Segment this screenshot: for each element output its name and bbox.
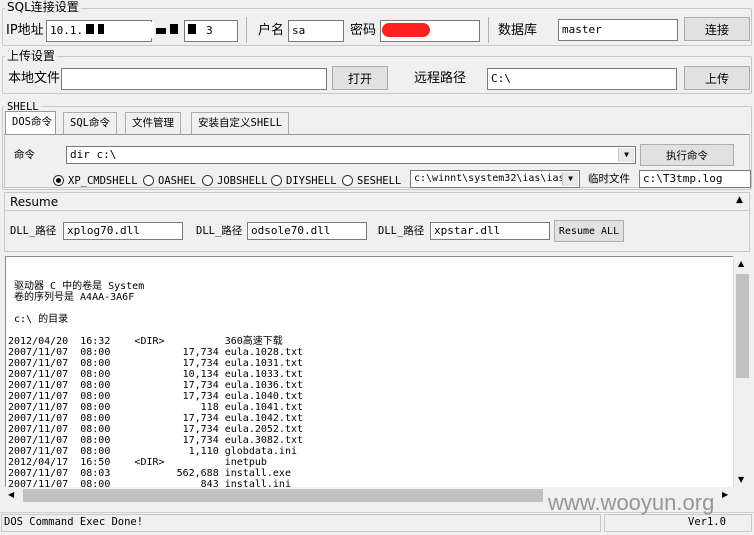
output-line: 2007/11/07 08:00 10,134 eula.1033.txt	[8, 369, 304, 380]
output-line: 卷的序列号是 A4AA-3A6F	[8, 292, 135, 303]
dll-value-3: xpstar.dll	[434, 224, 501, 237]
chevron-down-icon[interactable]: ▼	[562, 172, 578, 186]
scroll-down-icon[interactable]: ▼	[738, 475, 744, 484]
scroll-right-icon[interactable]: ▶	[722, 490, 728, 499]
dll-path-label-2: DLL_路径	[196, 225, 243, 237]
command-value: dir c:\	[70, 148, 117, 161]
dll-path-label-1: DLL_路径	[10, 225, 57, 237]
scroll-up-icon[interactable]: ▲	[738, 259, 744, 268]
output-line: 2007/11/07 08:00 17,734 eula.2052.txt	[8, 424, 304, 435]
user-value: sa	[292, 24, 306, 37]
ip-redaction-4	[170, 24, 178, 34]
output-line: 2007/11/07 08:00 1,110 globdata.ini	[8, 446, 297, 457]
ip-redaction-1	[86, 24, 94, 34]
collapse-arrow-icon[interactable]: ▲	[736, 195, 743, 205]
ip-redaction-5	[188, 24, 196, 34]
execute-command-button[interactable]: 执行命令	[640, 144, 734, 166]
ip-redaction-white	[106, 22, 154, 38]
tab-install-shell[interactable]: 安装自定义SHELL	[191, 112, 290, 134]
scroll-thumb-vertical[interactable]	[736, 274, 749, 378]
radio-seshell-label: SESHELL	[357, 175, 402, 187]
output-line: 2007/11/07 08:00 17,734 eula.1031.txt	[8, 358, 304, 369]
dll-path-label-3: DLL_路径	[378, 225, 425, 237]
output-scrollbar-vertical[interactable]: ▲ ▼	[733, 256, 750, 487]
temp-file-label: 临时文件	[588, 173, 630, 185]
radio-diyshell[interactable]	[271, 175, 282, 186]
remote-path-label: 远程路径	[414, 71, 467, 86]
scroll-corner	[733, 487, 750, 504]
command-output[interactable]: 驱动器 C 中的卷是 System 卷的序列号是 A4AA-3A6F c:\ 的…	[5, 256, 735, 487]
tab-sql-command[interactable]: SQL命令	[63, 112, 117, 134]
radio-seshell[interactable]	[342, 175, 353, 186]
open-button[interactable]: 打开	[332, 66, 388, 90]
ip-value: 10.1.	[50, 24, 84, 37]
output-line: c:\ 的目录	[8, 314, 69, 325]
radio-oashel[interactable]	[143, 175, 154, 186]
ip-redaction-3	[156, 28, 166, 34]
output-line: 2007/11/07 08:00 17,734 eula.3082.txt	[8, 435, 304, 446]
separator-1	[246, 17, 247, 43]
tab-file-manager[interactable]: 文件管理	[125, 112, 181, 134]
output-line: 2007/11/07 08:00 843 install.ini	[8, 479, 291, 487]
chevron-down-icon[interactable]: ▼	[618, 148, 634, 162]
output-line: 驱动器 C 中的卷是 System	[8, 281, 145, 292]
watermark: www.wooyun.org	[548, 490, 715, 515]
resume-header[interactable]	[5, 193, 749, 211]
dll-value-2: odsole70.dll	[251, 224, 331, 237]
db-input[interactable]: master	[558, 19, 678, 41]
dll-input-3[interactable]: xpstar.dll	[430, 222, 550, 240]
ip-redaction-2	[98, 24, 104, 34]
scroll-thumb-horizontal[interactable]	[23, 489, 543, 502]
local-file-label: 本地文件	[8, 71, 61, 86]
status-version: Ver1.0	[688, 516, 726, 528]
radio-xp-cmdshell[interactable]	[53, 175, 64, 186]
resume-title: Resume	[10, 195, 59, 209]
password-redaction	[382, 23, 430, 37]
output-line: 2007/11/07 08:00 118 eula.1041.txt	[8, 402, 304, 413]
shell-path-combo[interactable]: c:\winnt\system32\ias\ias ▼	[410, 170, 580, 188]
command-label: 命令	[14, 149, 35, 161]
upload-button[interactable]: 上传	[684, 66, 750, 90]
dll-value-1: xplog70.dll	[67, 224, 140, 237]
command-combo[interactable]: dir c:\ ▼	[66, 146, 636, 164]
remote-path-input[interactable]: C:\	[487, 68, 677, 90]
resume-all-button[interactable]: Resume ALL	[554, 220, 624, 242]
ip-label: IP地址	[6, 23, 44, 38]
radio-jobshell-label: JOBSHELL	[217, 175, 268, 187]
radio-diyshell-label: DIYSHELL	[286, 175, 337, 187]
temp-file-value: c:\T3tmp.log	[643, 172, 723, 185]
connect-button[interactable]: 连接	[684, 17, 750, 41]
scroll-left-icon[interactable]: ◀	[8, 490, 14, 499]
shell-path-value: c:\winnt\system32\ias\ias	[414, 173, 565, 184]
separator-2	[488, 17, 489, 43]
status-message: DOS Command Exec Done!	[4, 516, 144, 528]
tab-dos-command[interactable]: DOS命令	[5, 111, 56, 134]
output-line: 2007/11/07 08:00 17,734 eula.1040.txt	[8, 391, 304, 402]
sql-settings-title: SQL连接设置	[5, 0, 81, 14]
db-value: master	[562, 23, 602, 36]
radio-oashel-label: OASHEL	[158, 175, 196, 187]
upload-settings-title: 上传设置	[5, 49, 58, 63]
dll-input-1[interactable]: xplog70.dll	[63, 222, 183, 240]
remote-path-value: C:\	[491, 72, 511, 85]
output-line: 2007/11/07 08:00 17,734 eula.1028.txt	[8, 347, 304, 358]
temp-file-input[interactable]: c:\T3tmp.log	[639, 170, 751, 188]
output-lines: 驱动器 C 中的卷是 System 卷的序列号是 A4AA-3A6F c:\ 的…	[6, 279, 735, 487]
output-line: 2012/04/17 16:50 <DIR> inetpub	[8, 457, 267, 468]
radio-jobshell[interactable]	[202, 175, 213, 186]
output-line: 2012/04/20 16:32 <DIR> 360高速下载	[8, 336, 283, 347]
output-line: 2007/11/07 08:03 562,688 install.exe	[8, 468, 291, 479]
output-line: 2007/11/07 08:00 17,734 eula.1036.txt	[8, 380, 304, 391]
password-label: 密码	[350, 23, 377, 38]
user-input[interactable]: sa	[288, 20, 344, 42]
dll-input-2[interactable]: odsole70.dll	[247, 222, 367, 240]
db-label: 数据库	[498, 23, 538, 38]
output-line: 2007/11/07 08:00 17,734 eula.1042.txt	[8, 413, 304, 424]
local-file-input[interactable]	[61, 68, 327, 90]
radio-xp-cmdshell-label: XP_CMDSHELL	[68, 175, 138, 187]
user-label: 户名	[258, 23, 285, 38]
status-version-panel	[604, 514, 752, 532]
